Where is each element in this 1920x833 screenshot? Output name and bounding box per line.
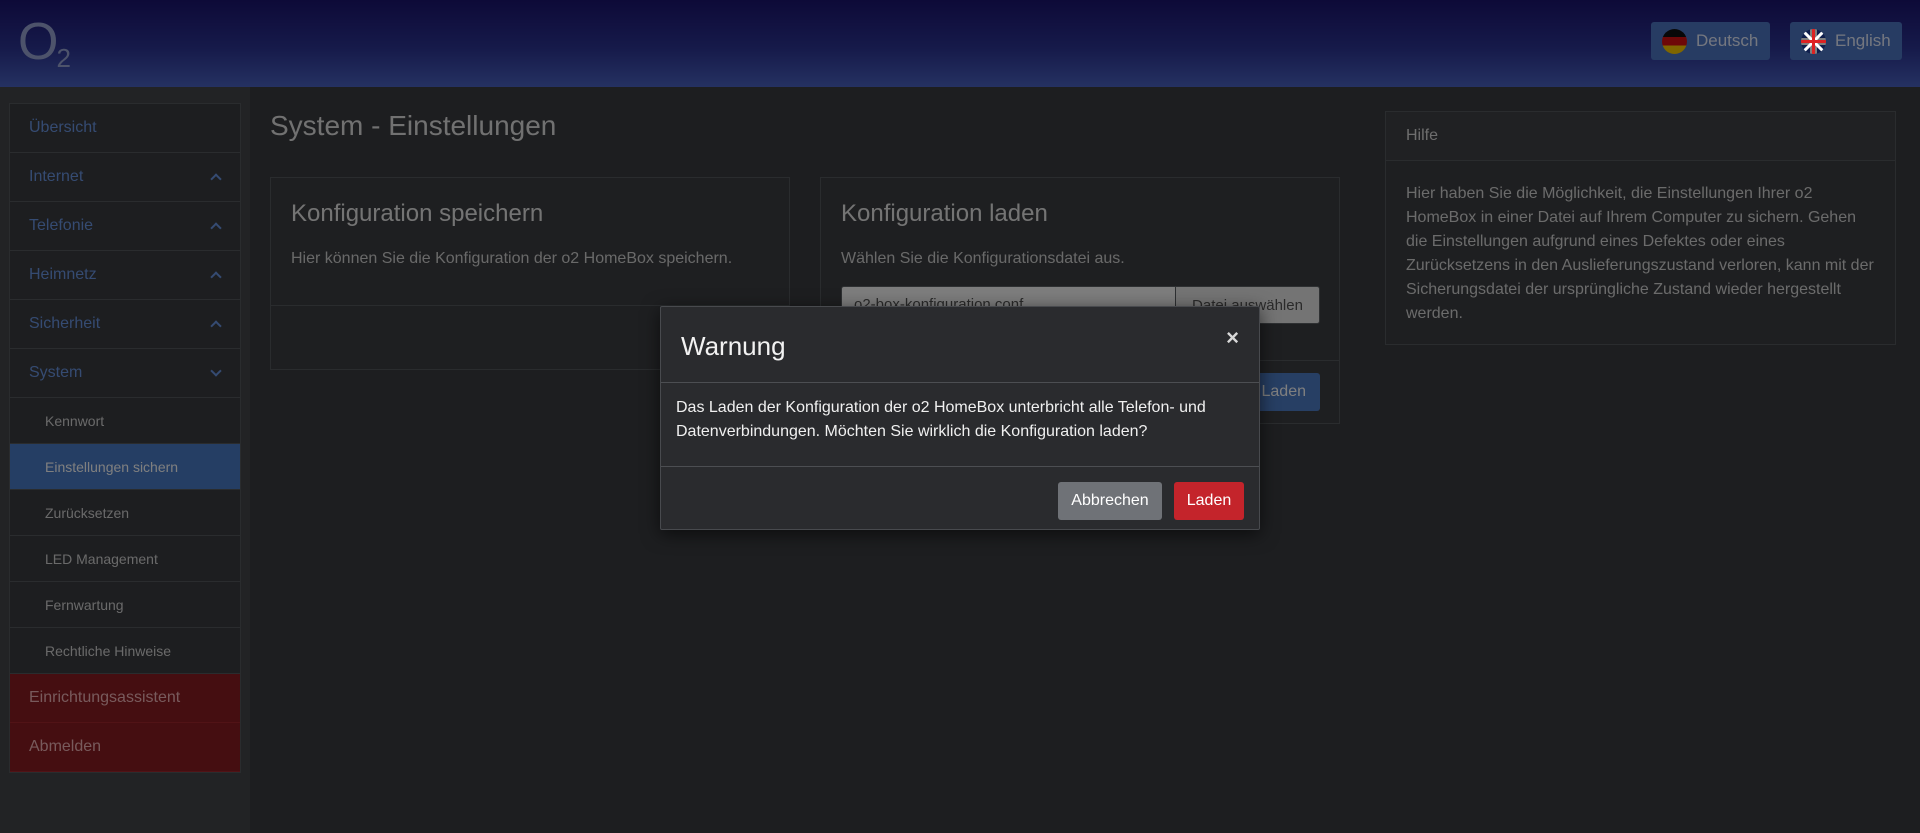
uk-flag-icon — [1801, 28, 1826, 54]
warning-dialog: Warnung × Das Laden der Konfiguration de… — [660, 306, 1260, 530]
dialog-footer: Abbrechen Laden — [661, 467, 1259, 530]
dialog-message: Das Laden der Konfiguration der o2 HomeB… — [661, 383, 1259, 467]
dialog-title: Warnung — [681, 331, 786, 361]
close-icon[interactable]: × — [1226, 325, 1239, 351]
cancel-button[interactable]: Abbrechen — [1058, 482, 1162, 520]
confirm-load-button[interactable]: Laden — [1174, 482, 1244, 520]
dialog-header: Warnung × — [661, 307, 1259, 383]
